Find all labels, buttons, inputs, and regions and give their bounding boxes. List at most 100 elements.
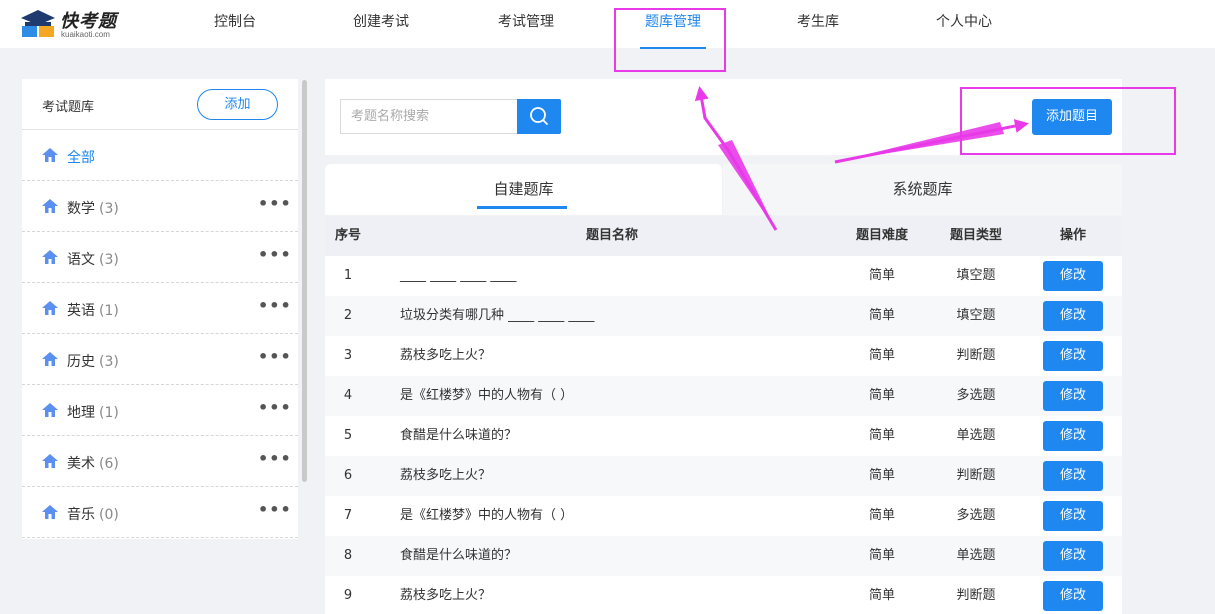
question-bank-sidebar: 考试题库 添加 全部 数学 (3) ••• 语文 (3) ••• 英语 (1) •••… [22,79,298,539]
sidebar-item-all[interactable]: 全部 [22,130,298,181]
annotation-box-nav [614,8,726,72]
nav-dashboard[interactable]: 控制台 [200,0,270,48]
table-row: 3 荔枝多吃上火？ 简单 判断题 修改 [325,336,1122,376]
bank-tabs: 自建题库 系统题库 [325,164,1122,215]
sidebar-item-english[interactable]: 英语 (1) ••• [22,283,298,334]
home-icon [42,199,58,213]
item-count: (6) [99,456,119,472]
edit-button[interactable]: 修改 [1043,421,1103,451]
cell-difficulty: 简单 [868,348,895,363]
sidebar-item-label: 地理 (1) [67,405,119,421]
home-icon [42,250,58,264]
edit-button[interactable]: 修改 [1043,341,1103,371]
cell-question-name: 荔枝多吃上火？ [400,468,492,483]
edit-button[interactable]: 修改 [1043,381,1103,411]
sidebar-item-music[interactable]: 音乐 (0) ••• [22,487,298,538]
cell-index: 3 [343,348,353,363]
sidebar-item-label: 语文 (3) [67,252,119,268]
tab-system-bank[interactable]: 系统题库 [723,164,1122,215]
top-navbar: 快考题 kuaikaoti.com 控制台 创建考试 考试管理 题库管理 考生库… [0,0,1215,49]
item-count: (3) [99,354,119,370]
table-row: 6 荔枝多吃上火？ 简单 判断题 修改 [325,456,1122,496]
logo[interactable]: 快考题 kuaikaoti.com [20,6,130,42]
table-row: 8 食醋是什么味道的？ 简单 单选题 修改 [325,536,1122,576]
edit-button[interactable]: 修改 [1043,261,1103,291]
sidebar-item-label: 历史 (3) [67,354,119,370]
cell-type: 判断题 [956,348,996,363]
search-icon [530,107,548,125]
cell-index: 9 [343,588,353,603]
cell-difficulty: 简单 [868,388,895,403]
table-header: 序号 题目名称 题目难度 题目类型 操作 [325,216,1122,256]
column-header-action: 操作 [1059,228,1086,243]
edit-button[interactable]: 修改 [1043,501,1103,531]
sidebar-item-geography[interactable]: 地理 (1) ••• [22,385,298,436]
sidebar-item-label: 全部 [67,150,95,166]
more-options-icon[interactable]: ••• [258,398,292,417]
brand-domain: kuaikaoti.com [61,30,110,39]
home-icon [42,148,58,162]
more-options-icon[interactable]: ••• [258,449,292,468]
sidebar-item-chinese[interactable]: 语文 (3) ••• [22,232,298,283]
nav-candidates[interactable]: 考生库 [787,0,849,48]
cell-type: 判断题 [956,468,996,483]
cell-type: 填空题 [956,308,996,323]
cell-difficulty: 简单 [868,268,895,283]
item-count: (1) [99,405,119,421]
cell-question-name: 是《红楼梦》中的人物有（ ） [400,508,574,523]
table-row: 1 ____ ____ ____ ____ 简单 填空题 修改 [325,256,1122,296]
cell-difficulty: 简单 [868,308,895,323]
edit-button[interactable]: 修改 [1043,541,1103,571]
annotation-box-add [960,87,1176,155]
cell-index: 8 [343,548,353,563]
more-options-icon[interactable]: ••• [258,500,292,519]
cell-index: 4 [343,388,353,403]
cell-question-name: 食醋是什么味道的？ [400,428,518,443]
cell-difficulty: 简单 [868,548,895,563]
cell-difficulty: 简单 [868,588,895,603]
column-header-index: 序号 [334,228,361,243]
sidebar-title: 考试题库 [42,100,95,115]
more-options-icon[interactable]: ••• [258,245,292,264]
nav-create-exam[interactable]: 创建考试 [345,0,417,48]
cell-difficulty: 简单 [868,468,895,483]
active-tab-indicator [477,206,567,209]
cell-question-name: 食醋是什么味道的？ [400,548,518,563]
main-content: 添加题目 自建题库 系统题库 序号 题目名称 题目难度 题目类型 操作 1___… [325,79,1122,614]
more-options-icon[interactable]: ••• [258,194,292,213]
sidebar-item-history[interactable]: 历史 (3) ••• [22,334,298,385]
column-header-name: 题目名称 [585,228,638,243]
edit-button[interactable]: 修改 [1043,461,1103,491]
more-options-icon[interactable]: ••• [258,296,292,315]
search-button[interactable] [517,99,561,134]
table-row: 5 食醋是什么味道的？ 简单 单选题 修改 [325,416,1122,456]
edit-button[interactable]: 修改 [1043,581,1103,611]
sidebar-item-label: 音乐 (0) [67,507,119,523]
table-row: 2 垃圾分类有哪几种 ____ ____ ____ 简单 填空题 修改 [325,296,1122,336]
question-search-input[interactable] [340,99,517,134]
nav-exam-management[interactable]: 考试管理 [490,0,562,48]
sidebar-item-art[interactable]: 美术 (6) ••• [22,436,298,487]
sidebar-item-math[interactable]: 数学 (3) ••• [22,181,298,232]
sidebar-scrollbar[interactable] [302,80,307,482]
cell-question-name: 垃圾分类有哪几种 ____ ____ ____ [400,308,595,323]
cell-question-name: ____ ____ ____ ____ [400,268,517,283]
home-icon [42,454,58,468]
edit-button[interactable]: 修改 [1043,301,1103,331]
cell-index: 1 [343,268,353,283]
sidebar-item-label: 美术 (6) [67,456,119,472]
cell-index: 2 [343,308,353,323]
column-header-type: 题目类型 [949,228,1002,243]
home-icon [42,505,58,519]
nav-profile[interactable]: 个人中心 [928,0,1000,48]
more-options-icon[interactable]: ••• [258,347,292,366]
item-count: (0) [99,507,119,523]
cell-difficulty: 简单 [868,428,895,443]
home-icon [42,352,58,366]
cell-difficulty: 简单 [868,508,895,523]
home-icon [42,403,58,417]
add-category-button[interactable]: 添加 [197,89,278,120]
cell-type: 多选题 [956,388,996,403]
sidebar-item-label: 数学 (3) [67,201,119,217]
home-icon [42,301,58,315]
